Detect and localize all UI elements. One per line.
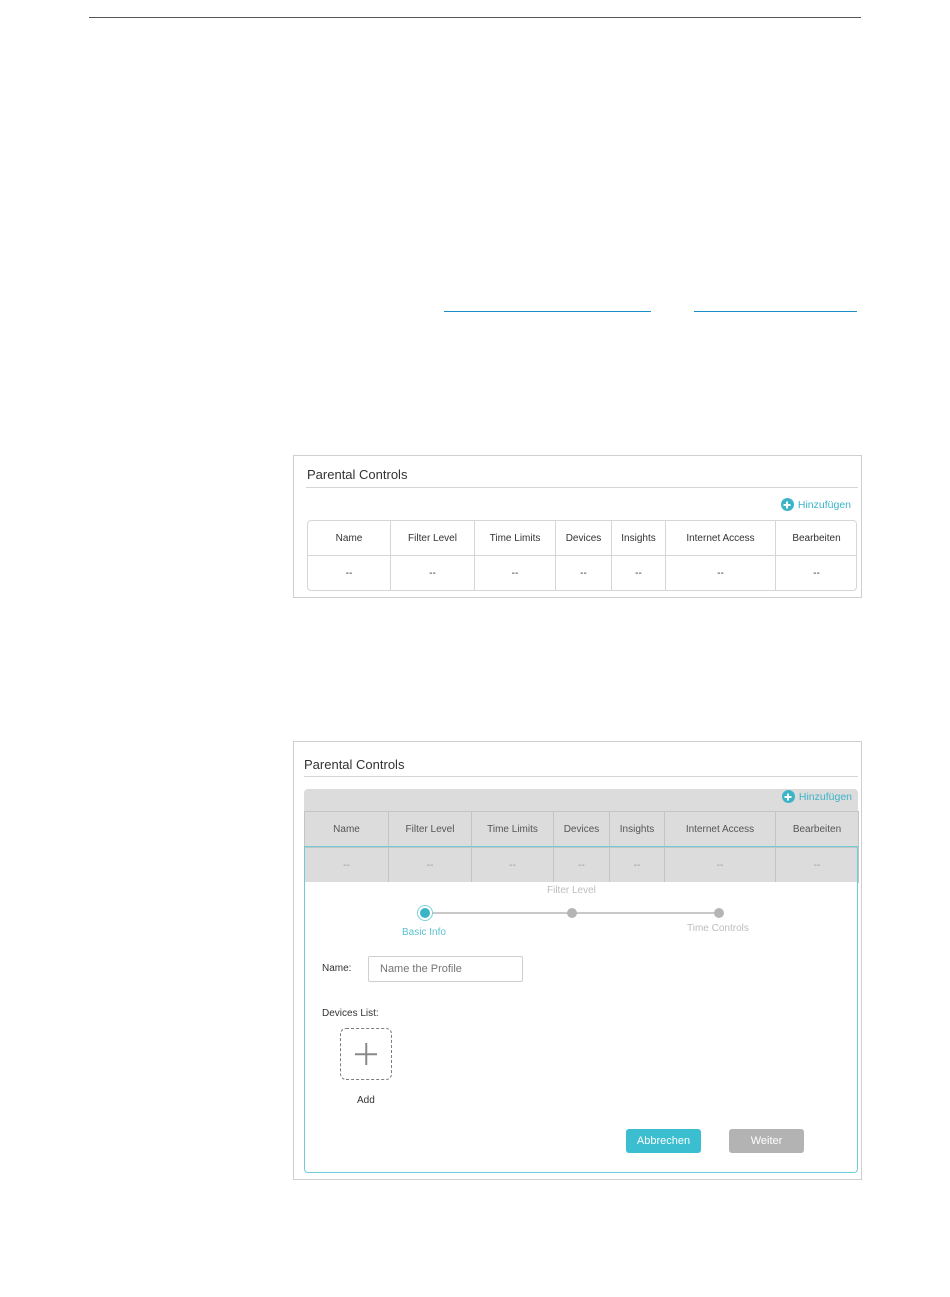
profiles-table: Name Filter Level Time Limits Devices In… (308, 521, 856, 590)
column-header: Filter Level (390, 521, 475, 556)
column-header: Bearbeiten (775, 521, 856, 556)
parental-controls-panel-adding: Parental Controls Hinzufügen Name Filter… (293, 741, 862, 1180)
table-cell: -- (390, 555, 475, 590)
column-header: Name (304, 811, 389, 848)
column-header: Insights (611, 521, 666, 556)
table-cell: -- (665, 555, 776, 590)
column-header: Filter Level (388, 811, 472, 848)
devices-list-label: Devices List: (322, 1008, 379, 1019)
column-header: Devices (555, 521, 612, 556)
table-header-row: Name Filter Level Time Limits Devices In… (304, 811, 859, 848)
table-cell: -- (308, 555, 391, 590)
selected-row-outline (304, 846, 858, 882)
table-cell: -- (775, 555, 856, 590)
panel-title: Parental Controls (304, 757, 405, 772)
table-header-row: Name Filter Level Time Limits Devices In… (308, 521, 856, 556)
add-device-label: Add (357, 1095, 375, 1106)
name-label: Name: (322, 963, 352, 974)
hyperlink-underline[interactable] (444, 311, 651, 312)
step-label-time-controls: Time Controls (687, 923, 749, 934)
step-label-basic-info: Basic Info (402, 927, 446, 938)
column-header: Time Limits (471, 811, 554, 848)
table-cell: -- (474, 555, 556, 590)
column-header: Insights (609, 811, 665, 848)
add-profile-label: Hinzufügen (797, 498, 851, 511)
add-profile-label: Hinzufügen (798, 790, 852, 803)
profiles-table-wrapper: Name Filter Level Time Limits Devices In… (307, 520, 857, 591)
step-label-filter-level: Filter Level (547, 885, 596, 896)
column-header: Bearbeiten (775, 811, 859, 848)
column-header: Name (308, 521, 391, 556)
panel-title: Parental Controls (307, 467, 408, 482)
add-profile-form: Filter Level Basic Info Time Controls Na… (304, 882, 858, 1173)
next-button[interactable]: Weiter (729, 1129, 804, 1153)
table-row: -- -- -- -- -- -- -- (308, 555, 856, 590)
column-header: Internet Access (664, 811, 776, 848)
column-header: Internet Access (665, 521, 776, 556)
plus-circle-icon (780, 498, 794, 511)
column-header: Devices (553, 811, 610, 848)
step-filter-level-marker[interactable] (567, 908, 577, 918)
step-time-controls-marker[interactable] (714, 908, 724, 918)
table-cell: -- (555, 555, 612, 590)
add-device-button[interactable] (340, 1028, 392, 1080)
cancel-button[interactable]: Abbrechen (626, 1129, 701, 1153)
profile-name-input[interactable] (368, 956, 523, 982)
title-divider (306, 487, 858, 488)
step-basic-info-marker[interactable] (420, 908, 430, 918)
header-rule (89, 17, 861, 18)
title-divider (304, 776, 858, 777)
add-profile-button[interactable]: Hinzufügen (781, 790, 852, 803)
parental-controls-panel: Parental Controls Hinzufügen Name Filter… (293, 455, 862, 598)
column-header: Time Limits (474, 521, 556, 556)
table-cell: -- (611, 555, 666, 590)
plus-circle-icon (781, 790, 795, 803)
add-profile-button[interactable]: Hinzufügen (780, 498, 851, 511)
hyperlink-underline[interactable] (694, 311, 857, 312)
